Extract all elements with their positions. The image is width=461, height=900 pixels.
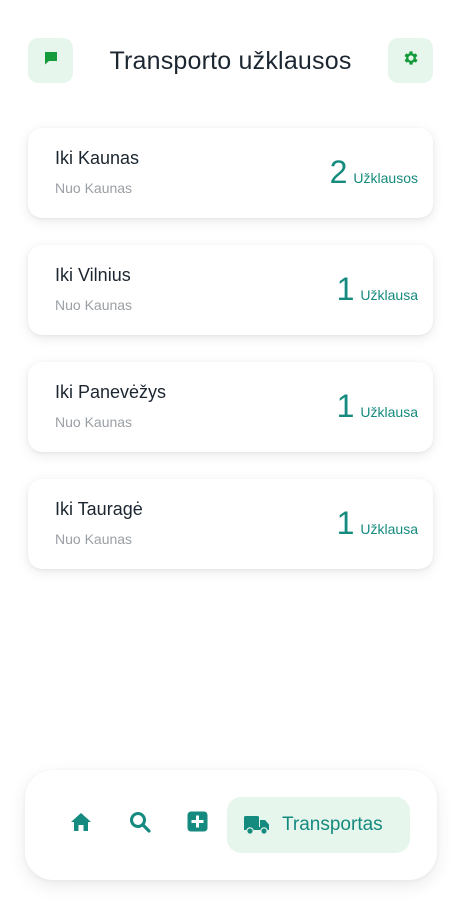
nav-search-button[interactable] — [126, 810, 154, 838]
request-origin: Nuo Kaunas — [55, 297, 133, 313]
request-count-value: 1 — [336, 505, 355, 541]
request-destination: Iki Tauragė — [55, 499, 143, 519]
settings-button[interactable] — [388, 38, 433, 83]
request-origin: Nuo Kaunas — [55, 180, 133, 196]
request-card-taurage[interactable]: Iki Tauragė Nuo Kaunas 1 Užklausa — [28, 479, 433, 569]
request-destination: Iki Panevėžys — [55, 382, 167, 402]
page-title: Transporto užklausos — [109, 47, 352, 75]
request-count-value: 2 — [329, 154, 348, 190]
request-card-vilnius[interactable]: Iki Vilnius Nuo Kaunas 1 Užklausa — [28, 245, 433, 335]
request-card-kaunas[interactable]: Iki Kaunas Nuo Kaunas 2 Užklausos — [28, 128, 433, 218]
gear-icon — [402, 49, 420, 72]
truck-icon — [244, 814, 270, 836]
nav-home-button[interactable] — [67, 810, 95, 838]
search-icon — [129, 811, 151, 838]
request-card-panevezys[interactable]: Iki Panevėžys Nuo Kaunas 1 Užklausa — [28, 362, 433, 452]
request-count: 2 Užklausos — [330, 156, 418, 188]
nav-transport-tab[interactable]: Transportas — [227, 797, 410, 853]
request-count-unit: Užklausa — [360, 404, 418, 420]
request-count-unit: Užklausos — [353, 170, 418, 186]
request-count: 1 Užklausa — [337, 507, 418, 539]
request-destination: Iki Vilnius — [55, 265, 131, 285]
request-count: 1 Užklausa — [337, 273, 418, 305]
request-count-value: 1 — [336, 271, 355, 307]
request-destination: Iki Kaunas — [55, 148, 140, 168]
nav-add-button[interactable] — [183, 810, 211, 838]
request-origin: Nuo Kaunas — [55, 531, 133, 547]
request-count-unit: Užklausa — [360, 287, 418, 303]
request-count-unit: Užklausa — [360, 521, 418, 537]
home-icon — [70, 812, 92, 837]
bottom-navigation: Transportas — [25, 770, 437, 880]
header: Transporto užklausos — [28, 38, 433, 84]
request-count: 1 Užklausa — [337, 390, 418, 422]
nav-transport-label: Transportas — [282, 814, 383, 835]
request-list: Iki Kaunas Nuo Kaunas 2 Užklausos Iki Vi… — [28, 128, 433, 596]
request-count-value: 1 — [336, 388, 355, 424]
request-origin: Nuo Kaunas — [55, 414, 133, 430]
plus-square-icon — [187, 811, 208, 837]
